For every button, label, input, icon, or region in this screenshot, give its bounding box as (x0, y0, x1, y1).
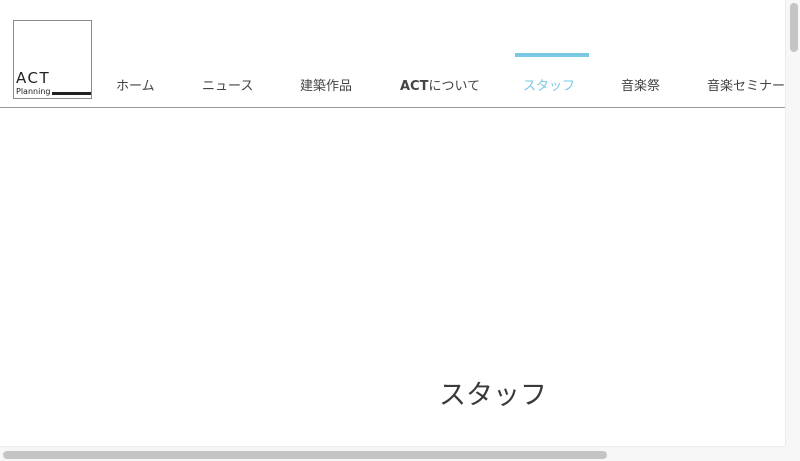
nav-item-music-seminar[interactable]: 音楽セミナー (707, 78, 785, 96)
page-viewport: ACT Planning ホーム ニュース 建築作品 ACTについて スタッフ … (0, 0, 785, 446)
logo-subtext: Planning (16, 87, 51, 96)
nav-item-works[interactable]: 建築作品 (300, 78, 352, 96)
nav-item-home[interactable]: ホーム (116, 78, 155, 96)
site-logo[interactable]: ACT Planning (13, 20, 92, 99)
nav-item-news[interactable]: ニュース (202, 78, 253, 96)
header-divider (0, 107, 785, 108)
page-title: スタッフ (439, 380, 547, 411)
nav-item-staff[interactable]: スタッフ (523, 78, 575, 96)
horizontal-scrollbar[interactable] (0, 446, 785, 461)
nav-item-about-suffix: について (428, 79, 481, 94)
nav-item-about-bold: ACT (400, 79, 429, 94)
nav-item-about[interactable]: ACTについて (400, 78, 480, 96)
logo-bar (52, 92, 91, 95)
horizontal-scroll-thumb[interactable] (3, 451, 607, 459)
nav-item-music-festival[interactable]: 音楽祭 (621, 78, 660, 96)
vertical-scrollbar[interactable] (785, 0, 800, 446)
scrollbar-corner (785, 446, 800, 461)
vertical-scroll-thumb[interactable] (790, 3, 798, 52)
active-nav-indicator (515, 53, 589, 57)
logo-text: ACT (16, 69, 51, 87)
main-nav: ホーム ニュース 建築作品 ACTについて スタッフ 音楽祭 音楽セミナー (95, 0, 785, 108)
